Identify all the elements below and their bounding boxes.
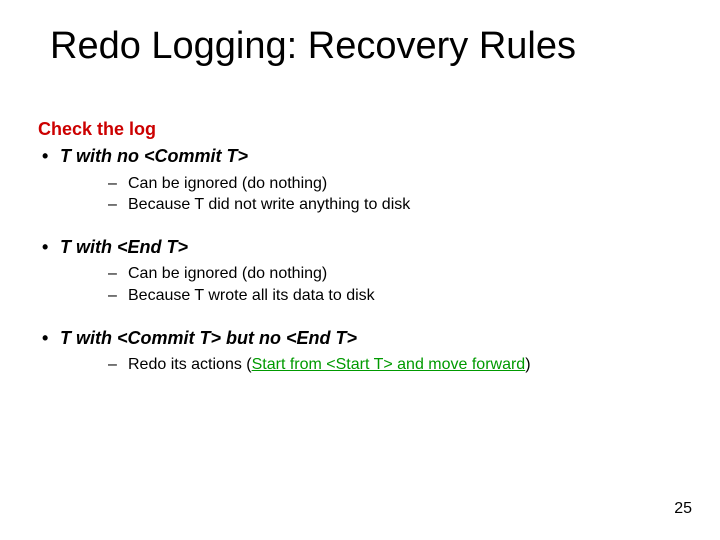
slide: Redo Logging: Recovery Rules Check the l… <box>0 0 720 540</box>
sub-item: Can be ignored (do nothing) <box>60 263 690 285</box>
bullet-heading: T with <Commit T> but no <End T> <box>60 328 357 348</box>
slide-body: Check the log T with no <Commit T> Can b… <box>38 118 690 396</box>
sub-item-prefix: Redo its actions ( <box>128 356 252 373</box>
slide-title: Redo Logging: Recovery Rules <box>50 25 690 68</box>
sub-item: Can be ignored (do nothing) <box>60 173 690 195</box>
sub-item: Redo its actions (Start from <Start T> a… <box>60 354 690 376</box>
bullet-item: T with no <Commit T> Can be ignored (do … <box>38 145 690 216</box>
bullet-list: T with no <Commit T> Can be ignored (do … <box>38 145 690 375</box>
bullet-item: T with <End T> Can be ignored (do nothin… <box>38 236 690 307</box>
sub-list: Redo its actions (Start from <Start T> a… <box>60 354 690 376</box>
bullet-heading: T with <End T> <box>60 237 188 257</box>
bullet-heading: T with no <Commit T> <box>60 146 248 166</box>
check-log-heading: Check the log <box>38 118 690 141</box>
bullet-item: T with <Commit T> but no <End T> Redo it… <box>38 327 690 376</box>
sub-list: Can be ignored (do nothing) Because T di… <box>60 173 690 216</box>
page-number: 25 <box>674 500 692 518</box>
sub-item-highlight: Start from <Start T> and move forward <box>252 356 526 373</box>
sub-list: Can be ignored (do nothing) Because T wr… <box>60 263 690 306</box>
sub-item-suffix: ) <box>525 356 530 373</box>
sub-item: Because T wrote all its data to disk <box>60 285 690 307</box>
sub-item: Because T did not write anything to disk <box>60 194 690 216</box>
